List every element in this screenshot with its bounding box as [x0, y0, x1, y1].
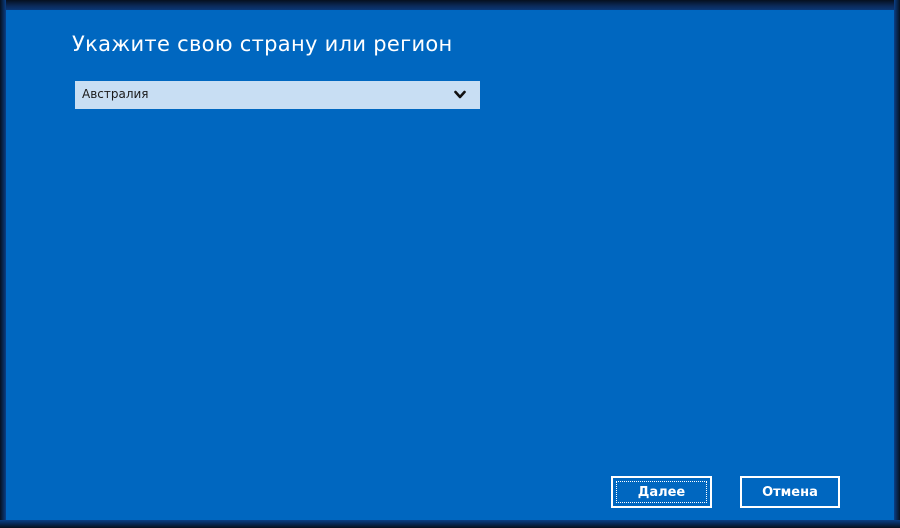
next-button-focus-ring: Далее	[616, 481, 707, 503]
country-region-select[interactable]: Австралия	[75, 81, 480, 109]
cancel-button[interactable]: Отмена	[740, 476, 840, 508]
selected-country-value: Австралия	[82, 87, 149, 101]
next-button[interactable]: Далее	[611, 476, 712, 508]
chevron-down-icon	[454, 90, 466, 99]
next-button-label: Далее	[637, 484, 686, 500]
setup-window: Укажите свою страну или регион Австралия…	[0, 0, 900, 528]
window-edge-right	[894, 0, 900, 528]
cancel-button-label: Отмена	[762, 484, 818, 500]
page-title: Укажите свою страну или регион	[72, 32, 453, 56]
window-edge-bottom	[0, 520, 900, 528]
window-edge-left	[0, 0, 6, 528]
